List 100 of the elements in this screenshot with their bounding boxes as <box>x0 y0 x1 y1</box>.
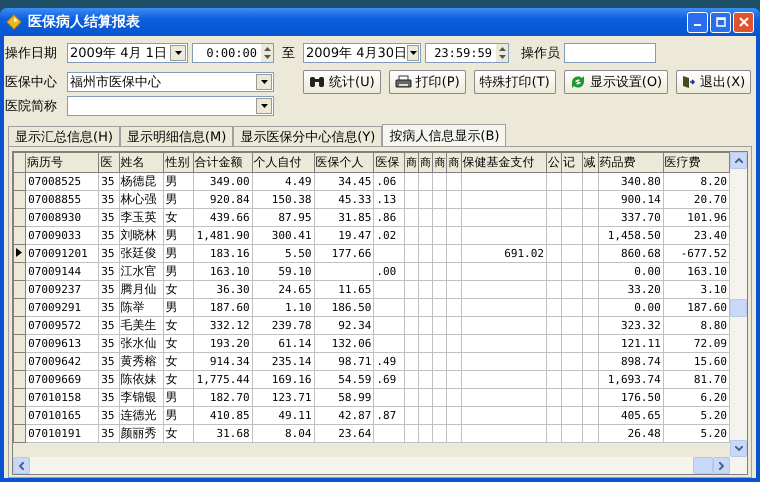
table-cell: 183.16 <box>193 244 252 262</box>
table-cell: 177.66 <box>314 244 374 262</box>
toolbar-button[interactable]: 打印(P) <box>388 70 466 94</box>
table-cell: 26.48 <box>598 424 664 442</box>
toolbar-button[interactable]: 统计(U) <box>303 70 381 94</box>
start-time-field[interactable]: 0:00:00 <box>192 43 274 63</box>
table-cell: 07009237 <box>26 280 99 298</box>
column-header[interactable]: 减 <box>582 152 598 172</box>
spin-icon[interactable] <box>496 44 508 62</box>
table-cell: 176.50 <box>598 388 664 406</box>
toolbar-button[interactable]: 显示设置(O) <box>564 70 668 94</box>
row-indicator[interactable] <box>14 244 26 262</box>
table-cell: 3.10 <box>663 280 730 298</box>
table-cell: 07009033 <box>26 226 99 244</box>
scroll-left-icon[interactable] <box>13 457 30 474</box>
column-header[interactable]: 合计金额 <box>193 152 252 172</box>
table-cell: 35 <box>98 334 120 352</box>
column-header[interactable]: 药品费 <box>598 152 664 172</box>
table-cell: 439.66 <box>193 208 252 226</box>
center-label: 医保中心 <box>5 74 58 91</box>
scroll-thumb[interactable] <box>693 457 713 474</box>
scroll-down-icon[interactable] <box>730 440 747 457</box>
table-cell: .49 <box>374 352 404 370</box>
tab[interactable]: 按病人信息显示(B) <box>382 124 506 146</box>
table-cell: 23.64 <box>314 424 374 442</box>
table-cell: 49.11 <box>252 406 314 424</box>
close-button[interactable] <box>733 12 754 32</box>
table-cell: 8.80 <box>663 316 730 334</box>
table-cell: 24.65 <box>252 280 314 298</box>
table-cell: 女 <box>164 424 194 442</box>
table-cell: 405.65 <box>598 406 664 424</box>
table-cell: .00 <box>374 262 404 280</box>
minimize-button[interactable] <box>687 12 708 32</box>
column-header[interactable]: 医保个人 <box>314 152 374 172</box>
table-cell: 江水官 <box>119 262 164 280</box>
table-cell: 07008855 <box>26 190 99 208</box>
table-cell: 07009291 <box>26 298 99 316</box>
diamond-icon <box>6 14 22 30</box>
table-cell: 31.85 <box>314 208 374 226</box>
table-cell: 898.74 <box>598 352 664 370</box>
table-cell: 毛美生 <box>119 316 164 334</box>
vertical-scrollbar[interactable] <box>730 152 747 457</box>
column-header[interactable]: 商 <box>432 152 447 172</box>
dropdown-icon[interactable] <box>407 45 419 61</box>
table-cell: 92.34 <box>314 316 374 334</box>
table-cell: 8.04 <box>252 424 314 442</box>
table-cell: 31.68 <box>193 424 252 442</box>
toolbar-button[interactable]: 退出(X) <box>676 70 752 94</box>
tab[interactable]: 显示汇总信息(H) <box>8 126 120 146</box>
table-cell: 张廷俊 <box>119 244 164 262</box>
column-header[interactable]: 商 <box>446 152 462 172</box>
table-cell: 男 <box>164 388 194 406</box>
column-header[interactable]: 医疗费 <box>663 152 730 172</box>
column-header[interactable]: 记 <box>562 152 582 172</box>
table-cell: 691.02 <box>461 244 546 262</box>
scroll-up-icon[interactable] <box>730 152 747 169</box>
column-header[interactable]: 病历号 <box>26 152 99 172</box>
column-header[interactable]: 商 <box>418 152 433 172</box>
column-header[interactable]: 医保 <box>374 152 404 172</box>
column-header[interactable]: 公 <box>546 152 562 172</box>
column-header[interactable]: 性别 <box>164 152 194 172</box>
tab[interactable]: 显示明细信息(M) <box>120 126 234 146</box>
table-cell: 6.20 <box>663 388 730 406</box>
center-dropdown[interactable]: 福州市医保中心 <box>67 72 274 92</box>
toolbar-button[interactable]: 特殊打印(T) <box>474 70 556 94</box>
table-cell: 林心强 <box>119 190 164 208</box>
table-cell: 07009572 <box>26 316 99 334</box>
scroll-right-icon[interactable] <box>713 457 730 474</box>
horizontal-scrollbar[interactable] <box>13 457 747 474</box>
column-header[interactable]: 医 <box>98 152 120 172</box>
spin-icon[interactable] <box>261 44 273 62</box>
table-cell: 1,458.50 <box>598 226 664 244</box>
table-cell: 8.20 <box>663 172 730 190</box>
table-cell: 李玉英 <box>119 208 164 226</box>
table-cell: 163.10 <box>193 262 252 280</box>
table-cell: 07008930 <box>26 208 99 226</box>
dropdown-icon[interactable] <box>170 45 186 61</box>
table-cell: 33.20 <box>598 280 664 298</box>
table-cell: 186.50 <box>314 298 374 316</box>
scroll-thumb[interactable] <box>730 299 747 317</box>
dropdown-icon[interactable] <box>256 98 272 114</box>
dropdown-icon[interactable] <box>256 74 272 90</box>
table-cell: 07010158 <box>26 388 99 406</box>
table-cell: 182.70 <box>193 388 252 406</box>
operator-input-field[interactable] <box>564 43 656 63</box>
refresh-icon <box>570 74 586 90</box>
end-date-picker[interactable]: 2009年 4月30日 <box>303 43 421 63</box>
table-cell: 15.60 <box>663 352 730 370</box>
table-cell: 123.71 <box>252 388 314 406</box>
column-header[interactable]: 姓名 <box>119 152 164 172</box>
column-header[interactable]: 个人自付 <box>252 152 314 172</box>
printer-icon <box>394 75 412 89</box>
column-header[interactable]: 商 <box>404 152 419 172</box>
table-cell: 男 <box>164 298 194 316</box>
table-cell: 女 <box>164 280 194 298</box>
maximize-button[interactable] <box>710 12 731 32</box>
column-header[interactable]: 保健基金支付 <box>461 152 546 172</box>
tab[interactable]: 显示医保分中心信息(Y) <box>233 126 382 146</box>
start-date-picker[interactable]: 2009年 4月 1日 <box>67 43 188 63</box>
end-time-field[interactable]: 23:59:59 <box>425 43 509 63</box>
